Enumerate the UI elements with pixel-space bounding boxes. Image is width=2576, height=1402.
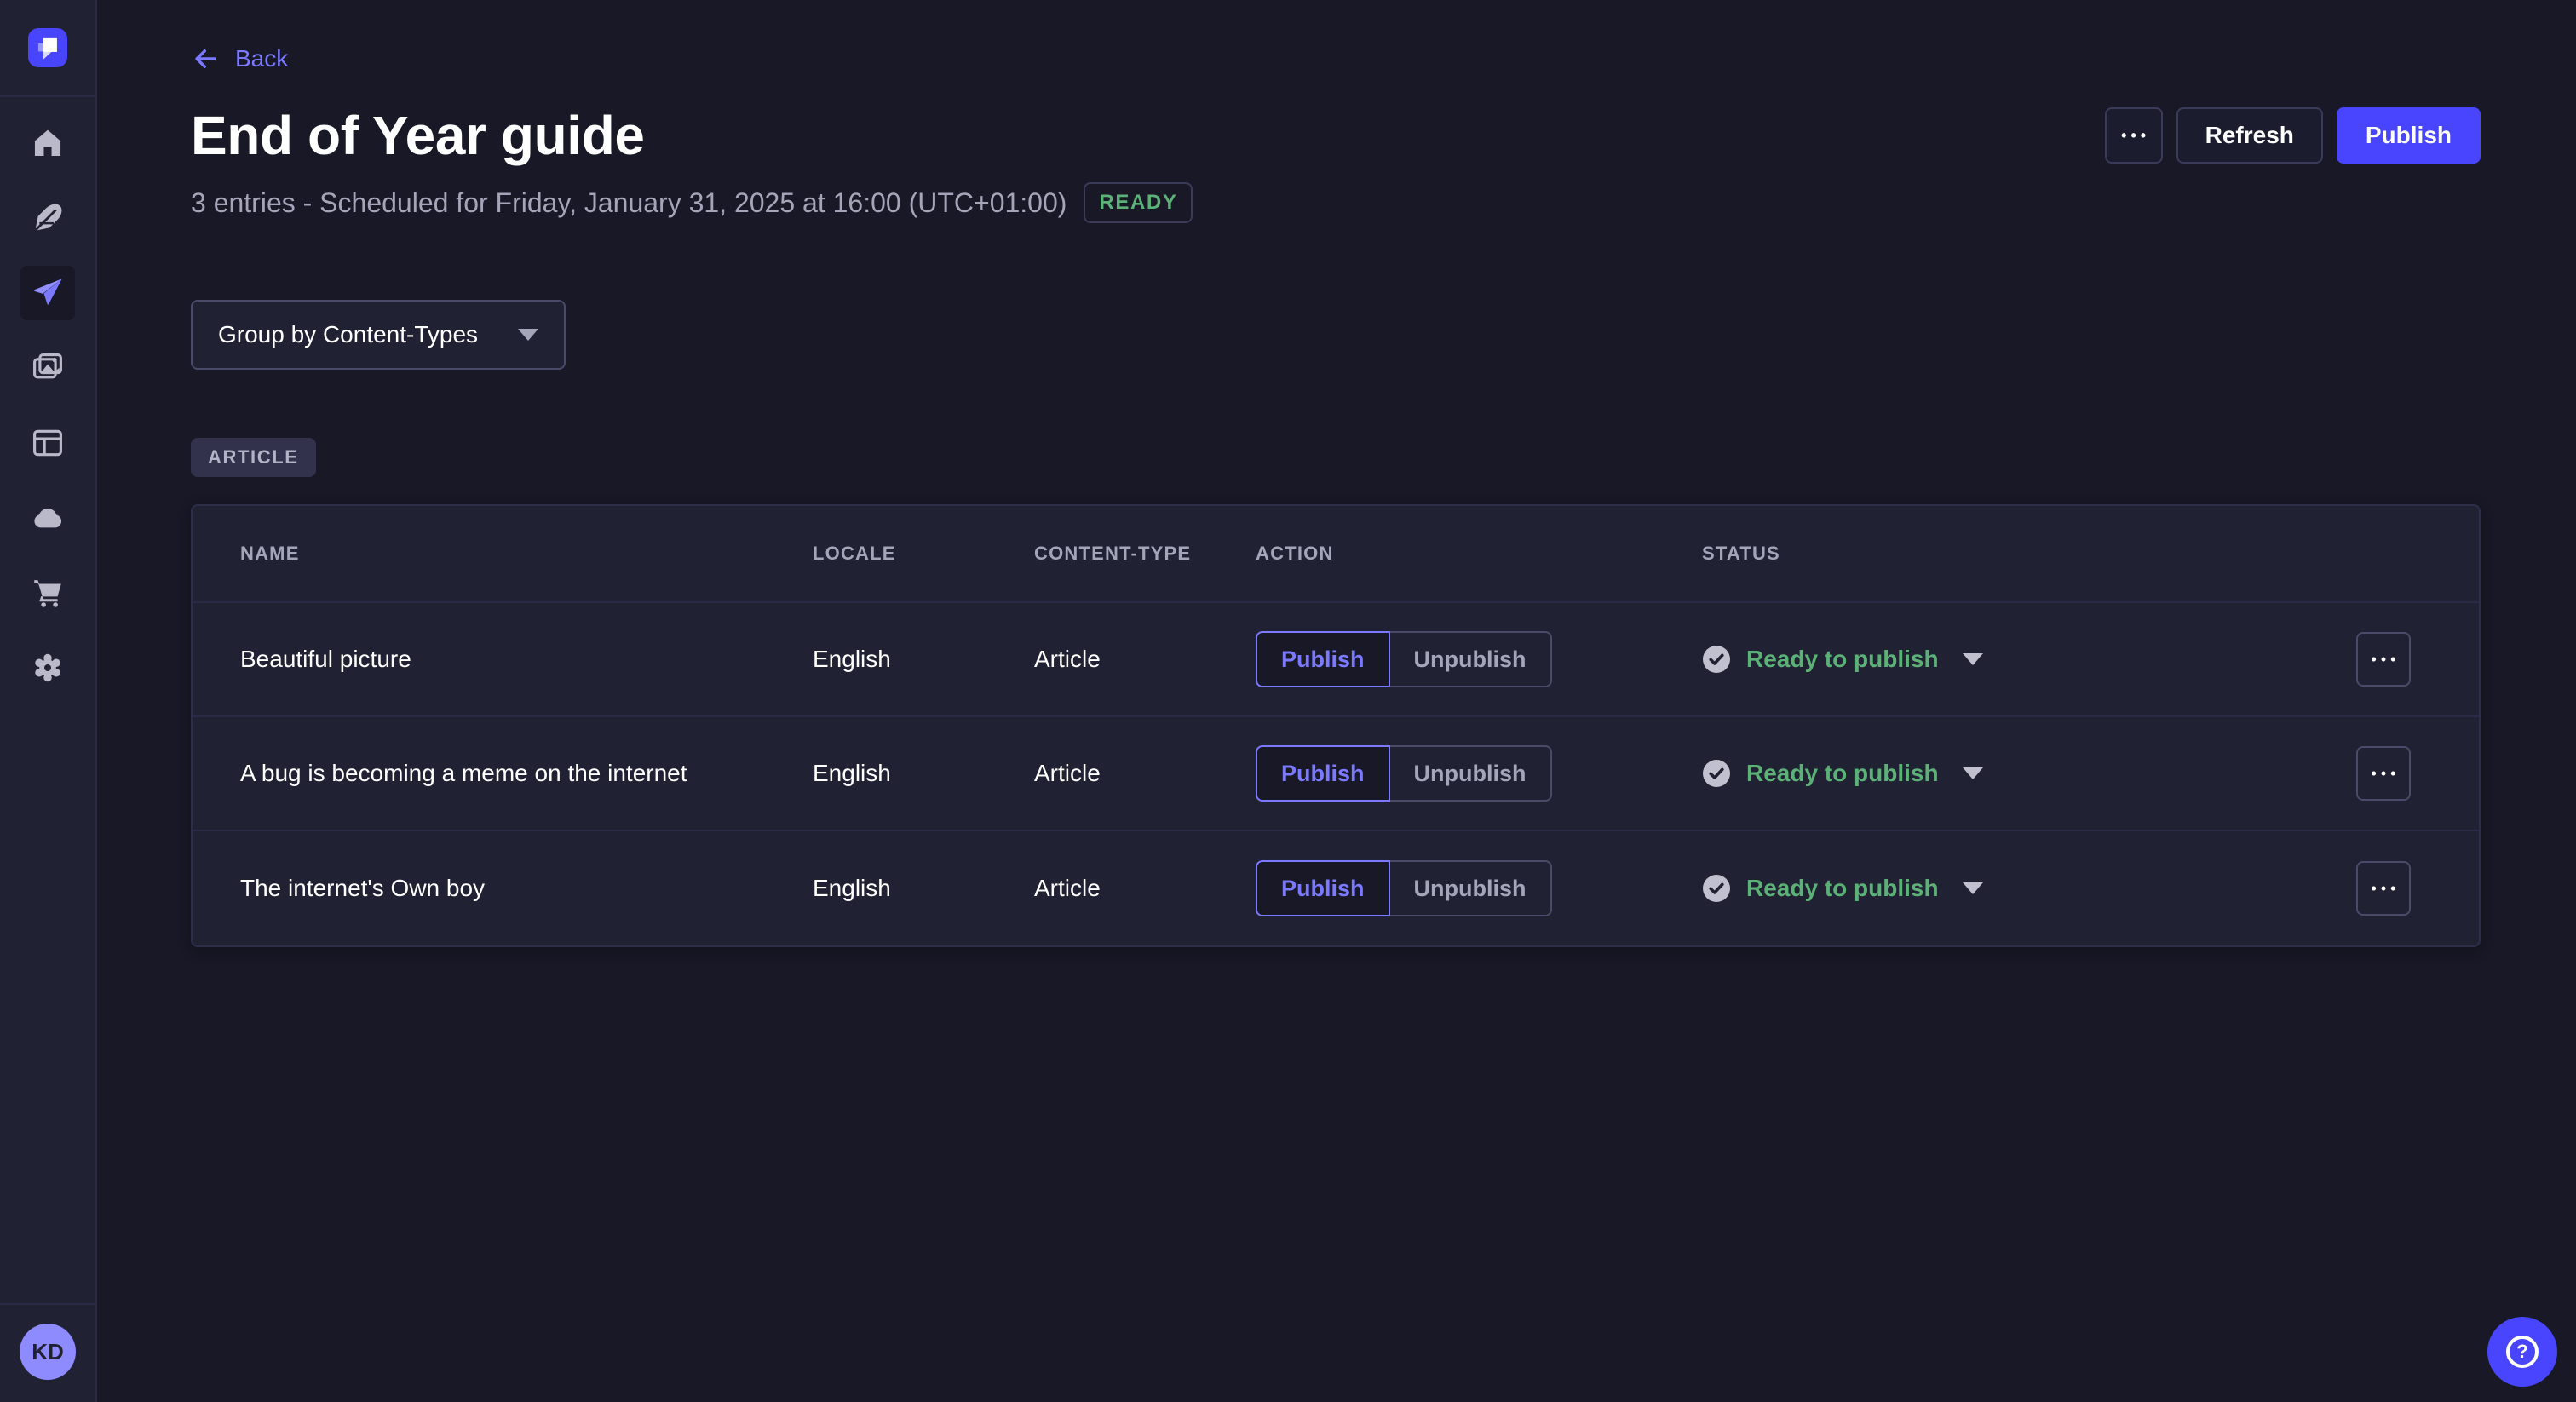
group-by-select[interactable]: Group by Content-Types	[191, 300, 566, 370]
sidebar-item-media-library[interactable]	[20, 341, 75, 395]
refresh-button[interactable]: Refresh	[2176, 107, 2323, 164]
check-circle-icon	[1702, 759, 1731, 788]
page-header: End of Year guide ••• Refresh Publish	[191, 104, 2481, 167]
column-header-content-type: CONTENT-TYPE	[1034, 543, 1256, 565]
row-unpublish-button[interactable]: Unpublish	[1390, 860, 1552, 916]
entry-name: Beautiful picture	[240, 646, 813, 673]
entry-status[interactable]: Ready to publish	[1702, 645, 2356, 674]
logo-section	[0, 0, 95, 97]
entry-locale: English	[813, 760, 1034, 787]
cart-icon	[30, 575, 66, 611]
action-toggle: Publish Unpublish	[1256, 631, 1702, 687]
chevron-down-icon	[1963, 767, 1983, 779]
sidebar: KD	[0, 0, 97, 1402]
release-meta: 3 entries - Scheduled for Friday, Januar…	[191, 182, 2481, 223]
layout-icon	[30, 425, 66, 461]
ellipsis-icon: •••	[2367, 766, 2401, 781]
check-circle-icon	[1702, 645, 1731, 674]
strapi-logo-icon[interactable]	[28, 28, 67, 67]
release-subtitle: 3 entries - Scheduled for Friday, Januar…	[191, 187, 1067, 219]
chevron-down-icon	[1963, 882, 1983, 894]
row-more-button[interactable]: •••	[2356, 861, 2411, 916]
release-more-button[interactable]: •••	[2105, 107, 2163, 164]
action-toggle: Publish Unpublish	[1256, 745, 1702, 802]
entry-locale: English	[813, 646, 1034, 673]
ellipsis-icon: •••	[2367, 652, 2401, 667]
back-link[interactable]: Back	[191, 44, 288, 73]
status-label: Ready to publish	[1746, 760, 1939, 787]
entry-content-type: Article	[1034, 760, 1256, 787]
row-more-button[interactable]: •••	[2356, 632, 2411, 687]
status-label: Ready to publish	[1746, 875, 1939, 902]
sidebar-item-releases[interactable]	[20, 266, 75, 320]
help-button[interactable]: ?	[2487, 1317, 2557, 1387]
row-unpublish-button[interactable]: Unpublish	[1390, 631, 1552, 687]
publish-button[interactable]: Publish	[2337, 107, 2481, 164]
sidebar-nav	[20, 97, 75, 695]
status-label: Ready to publish	[1746, 646, 1939, 673]
feather-icon	[30, 200, 66, 236]
sidebar-item-deploy[interactable]	[20, 491, 75, 545]
cloud-icon	[30, 500, 66, 536]
sidebar-item-settings[interactable]	[20, 641, 75, 695]
column-header-status: STATUS	[1702, 543, 2356, 565]
entry-content-type: Article	[1034, 875, 1256, 902]
row-publish-button[interactable]: Publish	[1256, 631, 1390, 687]
column-header-name: NAME	[240, 543, 813, 565]
chevron-down-icon	[518, 329, 538, 341]
entry-name: The internet's Own boy	[240, 875, 813, 902]
pictures-icon	[30, 350, 66, 386]
sidebar-item-home[interactable]	[20, 116, 75, 170]
entries-table: NAME LOCALE CONTENT-TYPE ACTION STATUS B…	[191, 504, 2481, 947]
back-label: Back	[235, 45, 288, 72]
entry-status[interactable]: Ready to publish	[1702, 874, 2356, 903]
action-toggle: Publish Unpublish	[1256, 860, 1702, 916]
table-header-row: NAME LOCALE CONTENT-TYPE ACTION STATUS	[193, 506, 2479, 603]
sidebar-item-content[interactable]	[20, 191, 75, 245]
column-header-locale: LOCALE	[813, 543, 1034, 565]
gear-icon	[30, 650, 66, 686]
row-more-button[interactable]: •••	[2356, 746, 2411, 801]
content-type-tag: ARTICLE	[191, 438, 316, 477]
strapi-logo-glyph	[28, 28, 67, 67]
sidebar-footer: KD	[0, 1303, 95, 1402]
table-row: The internet's Own boy English Article P…	[193, 831, 2479, 945]
table-row: Beautiful picture English Article Publis…	[193, 603, 2479, 717]
column-header-action: ACTION	[1256, 543, 1702, 565]
header-actions: ••• Refresh Publish	[2105, 107, 2481, 164]
entry-content-type: Article	[1034, 646, 1256, 673]
row-publish-button[interactable]: Publish	[1256, 860, 1390, 916]
table-row: A bug is becoming a meme on the internet…	[193, 717, 2479, 831]
home-icon	[30, 125, 66, 161]
entry-locale: English	[813, 875, 1034, 902]
row-unpublish-button[interactable]: Unpublish	[1390, 745, 1552, 802]
sidebar-item-content-type-builder[interactable]	[20, 416, 75, 470]
user-avatar[interactable]: KD	[20, 1324, 76, 1380]
entry-name: A bug is becoming a meme on the internet	[240, 760, 813, 787]
status-badge: READY	[1084, 182, 1193, 223]
paper-plane-icon	[30, 275, 66, 311]
ellipsis-icon: •••	[2117, 128, 2150, 143]
row-publish-button[interactable]: Publish	[1256, 745, 1390, 802]
ellipsis-icon: •••	[2367, 881, 2401, 896]
back-arrow-icon	[191, 44, 220, 73]
main-content: Back End of Year guide ••• Refresh Publi…	[97, 0, 2576, 947]
page-title: End of Year guide	[191, 104, 645, 167]
entry-status[interactable]: Ready to publish	[1702, 759, 2356, 788]
question-mark-icon: ?	[2506, 1336, 2539, 1368]
check-circle-icon	[1702, 874, 1731, 903]
group-by-label: Group by Content-Types	[218, 321, 478, 348]
chevron-down-icon	[1963, 653, 1983, 665]
sidebar-item-marketplace[interactable]	[20, 566, 75, 620]
